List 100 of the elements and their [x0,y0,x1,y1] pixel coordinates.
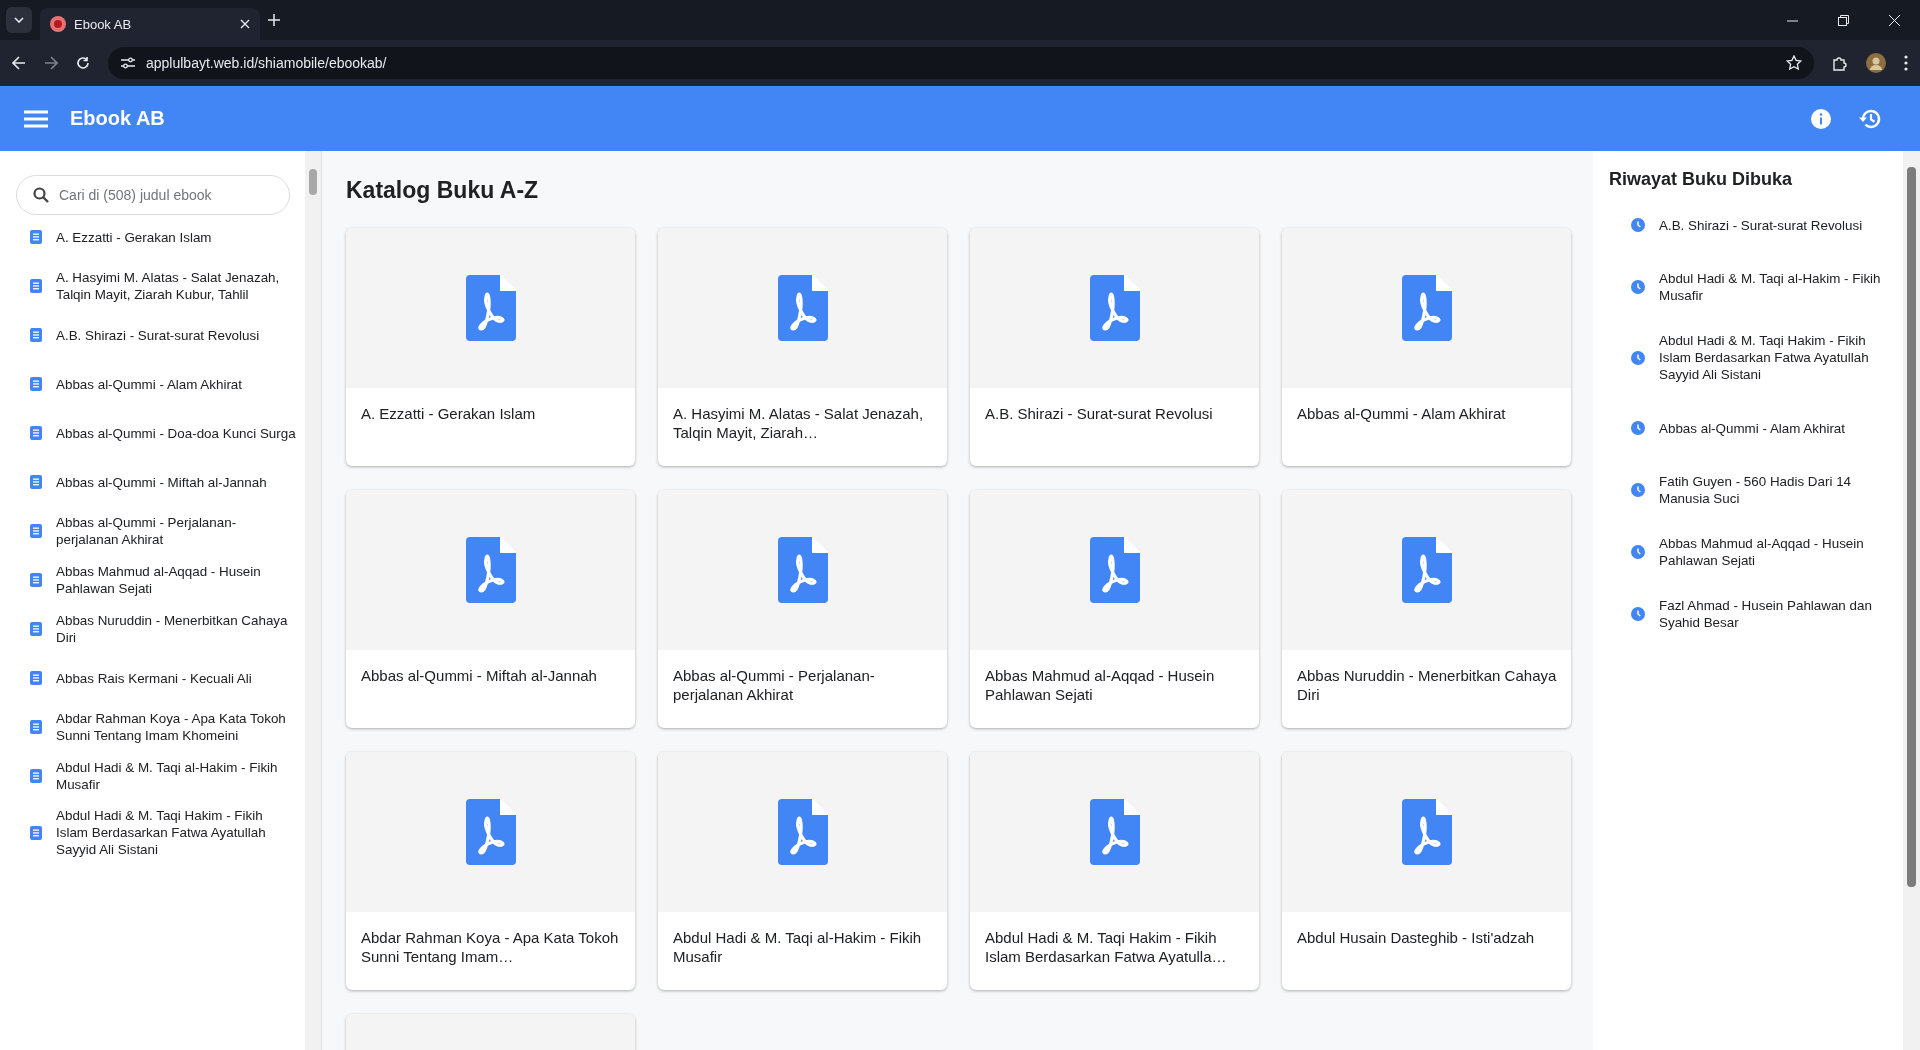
book-card[interactable]: Abdar Rahman Koya - Apa Kata Tokoh Sunni Tentang Imam… [346,752,635,990]
book-card[interactable]: Abbas al-Qummi - Miftah al-Jannah [346,490,635,728]
book-card[interactable]: Abbas Mahmud al-Aqqad - Husein Pahlawan Sejati [970,490,1259,728]
book-card[interactable]: Abdul Husain Dasteghib - Isti'adzah [1282,752,1571,990]
browser-tab[interactable]: Ebook AB [40,8,260,40]
book-card[interactable]: Abbas al-Qummi - Perjalanan-perjalanan Akhirat [658,490,947,728]
site-settings-icon[interactable] [120,56,136,70]
history-item[interactable]: A.B. Shirazi - Surat-surat Revolusi [1609,204,1887,242]
restore-icon[interactable] [1838,14,1849,26]
history-item[interactable]: Fazl Ahmad - Husein Pahlawan dan Syahid Besar [1609,593,1887,631]
scrollbar-thumb[interactable] [309,169,317,195]
book-icon [30,279,42,293]
history-heading: Riwayat Buku Dibuka [1609,169,1794,190]
history-item[interactable]: Abdul Hadi & M. Taqi al-Hakim - Fikih Musafir [1609,266,1887,304]
book-title: A. Ezzatti - Gerakan Islam [360,404,537,423]
pdf-file-icon [777,799,828,865]
book-icon [30,769,42,783]
book-card[interactable]: A. Ezzatti - Gerakan Islam [346,228,635,466]
pdf-file-icon [1089,537,1140,603]
book-title: Abdul Husain Dasteghib - Isti'adzah [1296,928,1536,947]
history-item[interactable]: Abdul Hadi & M. Taqi Hakim - Fikih Islam Berdasarkan Fatwa Ayatullah Sayyid Ali Sistani [1609,328,1887,383]
reload-icon[interactable] [76,56,90,70]
sidebar-item[interactable]: Abbas al-Qummi - Doa-doa Kunci Surga [16,415,305,451]
search-placeholder: Cari di (508) judul ebook [59,187,212,203]
profile-avatar-icon[interactable] [1866,53,1886,73]
sidebar-item[interactable]: Abbas Nuruddin - Menerbitkan Cahaya Diri [16,611,305,647]
history-icon[interactable] [1858,107,1882,130]
book-icon [30,720,42,734]
book-icon [30,475,42,489]
history-item[interactable]: Abbas Mahmud al-Aqqad - Husein Pahlawan Sejati [1609,531,1887,569]
sidebar-item[interactable]: Abdar Rahman Koya - Apa Kata Tokoh Sunni Tentang Imam Khomeini [16,709,305,745]
book-title: Abbas al-Qummi - Alam Akhirat [1296,404,1507,423]
book-icon [30,622,42,636]
back-icon[interactable] [12,56,26,70]
info-icon[interactable] [1810,107,1832,130]
close-icon[interactable] [240,19,250,29]
search-icon [33,187,49,203]
book-title: A.B. Shirazi - Surat-surat Revolusi [984,404,1214,423]
new-tab-icon[interactable] [268,14,280,26]
history-item[interactable]: Abbas al-Qummi - Alam Akhirat [1609,407,1887,445]
forward-icon[interactable] [44,56,58,70]
book-title: Abbas al-Qummi - Perjalanan-perjalanan Akhirat [672,666,876,704]
pdf-file-icon [777,275,828,341]
book-icon [30,377,42,391]
pdf-file-icon [1089,799,1140,865]
clock-icon [1631,280,1645,294]
catalog-heading: Katalog Buku A-Z [346,177,540,204]
book-card[interactable]: A. Hasyimi M. Alatas - Salat Jenazah, Talqin Mayit, Ziarah… [658,228,947,466]
book-card[interactable]: A.B. Shirazi - Surat-surat Revolusi [970,228,1259,466]
sidebar-item[interactable]: A. Ezzatti - Gerakan Islam [16,219,305,255]
pdf-file-icon [465,275,516,341]
pdf-file-icon [465,799,516,865]
book-icon [30,524,42,538]
book-icon [30,328,42,342]
book-title: Abbas Mahmud al-Aqqad - Husein Pahlawan Sejati [984,666,1216,704]
sidebar-item[interactable]: A.B. Shirazi - Surat-surat Revolusi [16,317,305,353]
pdf-file-icon [1401,275,1452,341]
clock-icon [1631,483,1645,497]
star-icon[interactable] [1786,55,1802,71]
clock-icon [1631,218,1645,232]
book-card[interactable]: Abbas al-Qummi - Alam Akhirat [1282,228,1571,466]
book-title: Abdul Hadi & M. Taqi Hakim - Fikih Islam Berdasarkan Fatwa Ayatulla… [984,928,1228,966]
pdf-file-icon [1401,537,1452,603]
book-title: Abdul Hadi & M. Taqi al-Hakim - Fikih Musafir [672,928,923,966]
book-card[interactable]: Abdul Hadi & M. Taqi Hakim - Fikih Islam Berdasarkan Fatwa Ayatulla… [970,752,1259,990]
sidebar-item[interactable]: Abdul Hadi & M. Taqi al-Hakim - Fikih Musafir [16,758,305,794]
menu-icon[interactable] [24,109,48,128]
sidebar-item[interactable]: Abbas Rais Kermani - Kecuali Ali [16,660,305,696]
sidebar-item[interactable]: Abbas al-Qummi - Perjalanan-perjalanan Akhirat [16,513,305,549]
clock-icon [1631,350,1645,365]
book-icon [30,426,42,440]
book-card[interactable]: Abbas Nuruddin - Menerbitkan Cahaya Diri [1282,490,1571,728]
sidebar-item[interactable]: A. Hasyimi M. Alatas - Salat Jenazah, Talqin Mayit, Ziarah Kubur, Tahlil [16,268,305,304]
site-icon [50,16,66,32]
extensions-icon[interactable] [1832,55,1848,71]
scrollbar-thumb[interactable] [1907,167,1916,887]
menu-dots-icon[interactable] [1904,55,1908,71]
sidebar-item[interactable]: Abbas al-Qummi - Miftah al-Jannah [16,464,305,500]
clock-icon [1631,421,1645,435]
book-card[interactable]: Abdul Hadi & M. Taqi al-Hakim - Fikih Musafir [658,752,947,990]
history-item[interactable]: Fatih Guyen - 560 Hadis Dari 14 Manusia Suci [1609,469,1887,507]
book-icon [30,573,42,587]
book-title: Abdar Rahman Koya - Apa Kata Tokoh Sunni Tentang Imam… [360,928,620,966]
book-title: A. Hasyimi M. Alatas - Salat Jenazah, Talqin Mayit, Ziarah… [672,404,925,442]
close-window-icon[interactable] [1889,14,1900,26]
tab-list-button[interactable] [6,7,32,33]
book-icon [30,671,42,685]
sidebar-item[interactable]: Abbas Mahmud al-Aqqad - Husein Pahlawan Sejati [16,562,305,598]
sidebar-item[interactable]: Abbas al-Qummi - Alam Akhirat [16,366,305,402]
pdf-file-icon [1401,799,1452,865]
pdf-file-icon [465,537,516,603]
app-title: Ebook AB [70,107,166,130]
clock-icon [1631,545,1645,559]
book-icon [30,230,42,244]
book-title: Abbas Nuruddin - Menerbitkan Cahaya Diri [1296,666,1558,704]
sidebar-item[interactable]: Abdul Hadi & M. Taqi Hakim - Fikih Islam Berdasarkan Fatwa Ayatullah Sayyid Ali Sistani [16,807,305,858]
caret-icon [14,17,24,23]
pdf-file-icon [1089,275,1140,341]
book-title: Abbas al-Qummi - Miftah al-Jannah [360,666,598,685]
address-bar[interactable]: applulbayt.web.id/shiamobile/ebookab/ [108,47,1814,79]
